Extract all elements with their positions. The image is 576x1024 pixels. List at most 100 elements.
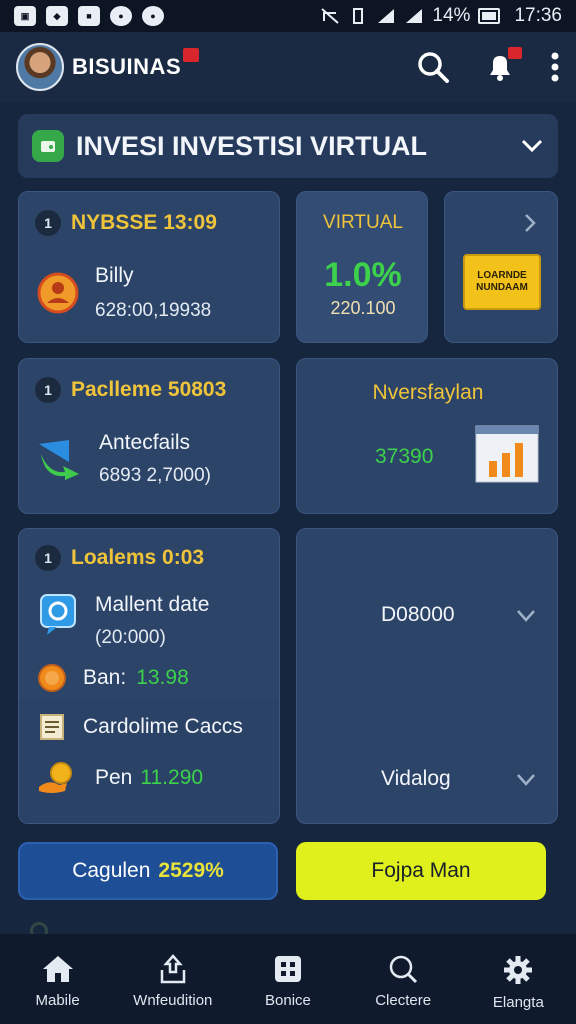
nav-label: Clectere	[375, 992, 432, 1009]
card-header: 1 NYBSSE 13:09	[35, 210, 217, 236]
virtual-card[interactable]: VIRTUAL 1.0% 220.100	[296, 191, 428, 343]
coin-icon	[38, 664, 66, 692]
document-icon	[40, 714, 64, 740]
nav-label: Elangta	[492, 994, 544, 1011]
notifications-button[interactable]	[484, 47, 522, 83]
status-bar: ▣ ◆ ■ ● ● 14% 17:36	[0, 0, 576, 32]
details-item-2[interactable]: Vidalog	[381, 767, 451, 791]
more-vertical-icon	[551, 52, 559, 82]
card-ban-value: 13.98	[136, 666, 189, 689]
investment-value: 37390	[375, 445, 434, 468]
account-card-1[interactable]: 1 NYBSSE 13:09 Billy 628:00,19938	[18, 191, 280, 343]
coins-hand-icon	[39, 762, 72, 793]
card-doc-row: Cardolime Caccs	[39, 713, 243, 741]
card-date-label: Mallent date	[95, 593, 210, 616]
card-header: 1 Paclleme 50803	[35, 377, 226, 403]
card-transfer-row: Antecfails 6893 2,7000)	[35, 431, 211, 487]
cagulen-button[interactable]: Cagulen 2529%	[18, 842, 278, 900]
details-card[interactable]: D08000 Vidalog	[296, 528, 558, 824]
avatar[interactable]	[16, 43, 64, 91]
whatsapp-icon: ●	[110, 6, 132, 26]
pdf-badge-icon	[183, 48, 200, 62]
side-card[interactable]: LOARNDE NUNDAAM	[444, 191, 558, 343]
chevron-down-icon	[517, 774, 535, 786]
battery-icon	[478, 8, 501, 24]
account-card-2[interactable]: 1 Paclleme 50803 Antecfails 6893 2,7000)	[18, 358, 280, 514]
app-bar-actions	[416, 47, 560, 84]
wallet-icon	[32, 130, 64, 162]
card-index: 1	[35, 210, 61, 236]
search-icon	[418, 52, 449, 83]
account-card-3[interactable]: 1 Loalems 0:03 Mallent date (20:000) Ban…	[18, 528, 280, 824]
details-item-2-label: Vidalog	[381, 767, 451, 790]
selector-title: INVESI INVESTISI VIRTUAL	[76, 130, 428, 161]
side-card-button[interactable]: LOARNDE NUNDAAM	[463, 254, 541, 310]
status-bar-system: 14% 17:36	[320, 5, 562, 27]
card-doc-label: Cardolime Caccs	[83, 715, 243, 738]
bottom-navigation: Mabile Wnfeudition Bonice Clectere Elang…	[0, 934, 576, 1024]
battery-percent: 14%	[432, 5, 471, 26]
details-item-1-label: D08000	[381, 603, 455, 626]
bar-chart-icon	[475, 425, 539, 483]
notification-badge	[508, 47, 522, 59]
mute-icon	[321, 8, 340, 24]
card-transfer-name: Antecfails	[99, 431, 191, 454]
nav-label: Wnfeudition	[133, 992, 213, 1009]
gear-icon	[504, 956, 533, 984]
chevron-right-icon	[525, 214, 536, 232]
nav-label: Mabile	[35, 992, 80, 1009]
nav-item-clectere[interactable]: Clectere	[348, 954, 458, 1009]
card-header: 1 Loalems 0:03	[35, 545, 204, 571]
signal-icon	[378, 9, 395, 23]
account-selector[interactable]: INVESI INVESTISI VIRTUAL	[18, 114, 558, 178]
home-icon	[42, 956, 73, 982]
card-header-text: Loalems 0:03	[71, 546, 205, 569]
nav-label: Bonice	[265, 992, 311, 1009]
chevron-down-icon	[521, 139, 543, 153]
virtual-label: VIRTUAL	[323, 212, 403, 233]
fojpa-man-button-label: Fojpa Man	[371, 859, 471, 882]
brand-title: BISUINAS	[72, 54, 182, 79]
nav-item-mabile[interactable]: Mabile	[3, 954, 113, 1009]
virtual-percent: 1.0%	[324, 256, 402, 294]
card-date-value: (20:000)	[95, 627, 166, 648]
cagulen-button-value: 2529%	[158, 859, 224, 882]
card-pen-label: Pen	[95, 766, 133, 789]
more-options-button[interactable]	[550, 52, 560, 82]
cagulen-button-label: Cagulen	[72, 859, 151, 882]
whatsapp-icon: ●	[142, 6, 164, 26]
card-header-text: NYBSSE 13:09	[71, 211, 217, 234]
app-icon: ◆	[46, 6, 68, 26]
search-button[interactable]	[416, 50, 450, 84]
nav-item-elangta[interactable]: Elangta	[463, 954, 573, 1011]
card-pen-row: Pen 11.290	[37, 761, 203, 795]
details-item-1[interactable]: D08000	[381, 603, 455, 627]
status-time: 17:36	[514, 5, 562, 26]
card-header-text: Paclleme 50803	[71, 378, 227, 401]
investment-card[interactable]: Nversfaylan 37390	[296, 358, 558, 514]
status-bar-notifications: ▣ ◆ ■ ● ●	[14, 6, 164, 26]
app-icon: ■	[78, 6, 100, 26]
virtual-amount: 220.100	[330, 298, 396, 318]
card-index: 1	[35, 545, 61, 571]
card-user-value: 628:00,19938	[95, 300, 212, 321]
app-brand: BISUINAS	[72, 48, 200, 80]
transfer-arrow-icon	[39, 440, 79, 480]
search-icon	[389, 955, 418, 984]
messenger-icon: ▣	[14, 6, 36, 26]
vibrate-icon	[353, 8, 364, 24]
card-date-row: Mallent date (20:000)	[39, 593, 209, 649]
app-bar: BISUINAS	[0, 32, 576, 102]
fojpa-man-button[interactable]: Fojpa Man	[296, 842, 546, 900]
card-pen-value: 11.290	[140, 766, 204, 789]
card-index: 1	[35, 377, 61, 403]
investment-label: Nversfaylan	[372, 381, 484, 404]
card-transfer-value: 6893 2,7000)	[99, 465, 211, 486]
signal-icon	[406, 9, 423, 23]
card-ban-label: Ban:	[83, 666, 127, 689]
chat-bubble-icon	[40, 594, 76, 635]
card-ban-row: Ban: 13.98	[37, 663, 189, 693]
chevron-down-icon	[517, 610, 535, 622]
nav-item-wnfeudition[interactable]: Wnfeudition	[118, 954, 228, 1009]
nav-item-bonice[interactable]: Bonice	[233, 954, 343, 1009]
